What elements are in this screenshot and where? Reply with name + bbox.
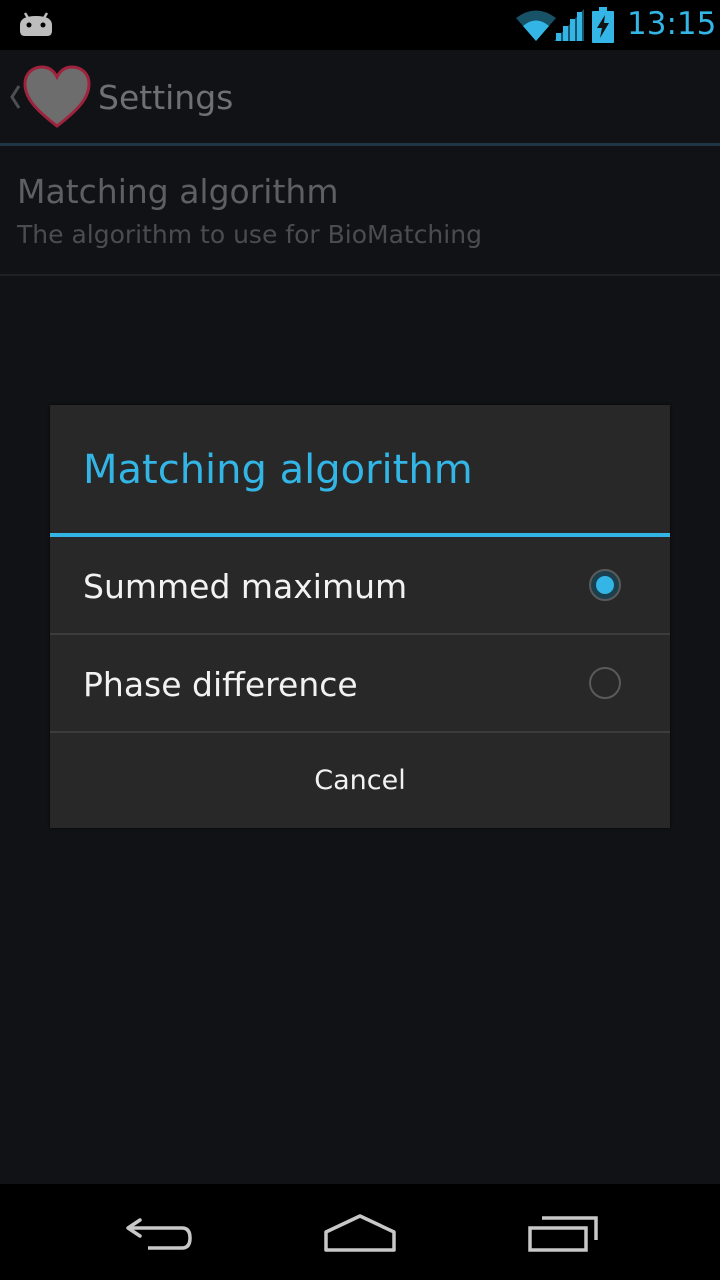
option-label: Summed maximum [83,567,408,606]
home-icon[interactable] [322,1214,398,1258]
radio-unselected-icon[interactable] [588,666,622,700]
preference-summary: The algorithm to use for BioMatching [17,220,482,249]
radio-selected-icon[interactable] [588,568,622,602]
matching-algorithm-dialog: Matching algorithm Summed maximum Phase … [50,405,670,828]
status-bar: 13:15 [0,0,720,50]
status-clock: 13:15 [627,6,717,42]
android-debug-icon [17,11,55,43]
screen: 13:15 Settings Matching algorithm The al… [0,0,720,1280]
wifi-icon [516,9,556,45]
recent-apps-icon[interactable] [526,1214,600,1258]
battery-charging-icon [591,7,615,47]
action-bar: Settings [0,50,720,143]
action-bar-title: Settings [98,78,234,117]
preference-divider [0,274,720,276]
cancel-button[interactable]: Cancel [50,733,670,828]
heart-logo-icon[interactable] [22,64,92,134]
option-phase-difference[interactable]: Phase difference [50,635,670,731]
preference-title: Matching algorithm [17,172,339,211]
up-caret-icon[interactable] [8,83,22,115]
dialog-title: Matching algorithm [83,447,473,493]
option-label: Phase difference [83,665,358,704]
navigation-bar [0,1184,720,1280]
option-summed-maximum[interactable]: Summed maximum [50,537,670,633]
signal-icon [554,9,584,45]
preference-matching-algorithm[interactable]: Matching algorithm The algorithm to use … [0,146,720,274]
back-icon[interactable] [122,1214,196,1258]
